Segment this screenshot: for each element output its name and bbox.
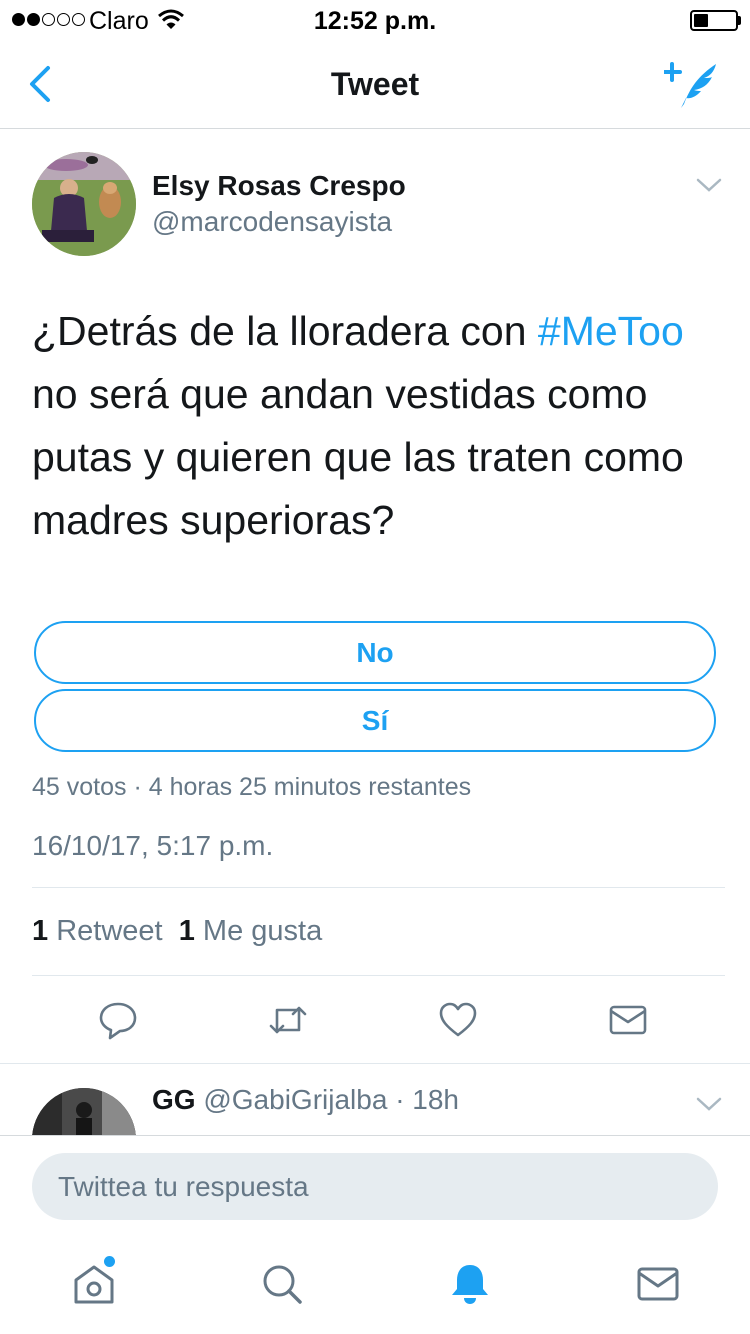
author-handle[interactable]: @marcodensayista xyxy=(152,206,392,238)
compose-tweet-icon[interactable] xyxy=(664,58,724,110)
author-name[interactable]: Elsy Rosas Crespo xyxy=(152,170,406,202)
author-avatar[interactable] xyxy=(32,152,136,256)
retweets-stat[interactable]: 1 Retweet xyxy=(32,915,163,947)
likes-count: 1 xyxy=(178,915,195,947)
share-dm-icon[interactable] xyxy=(608,1000,648,1040)
tweet-text: ¿Detrás de la lloradera con #MeToo no se… xyxy=(32,300,722,552)
retweet-icon[interactable] xyxy=(268,1000,308,1040)
retweets-label: Retweet xyxy=(56,915,163,947)
like-icon[interactable] xyxy=(438,1000,478,1040)
battery-tip xyxy=(738,16,741,25)
poll-option-si[interactable]: Sí xyxy=(34,689,716,752)
new-content-dot xyxy=(104,1256,115,1267)
search-icon[interactable] xyxy=(260,1262,304,1306)
retweets-count: 1 xyxy=(32,915,49,947)
nav-bar: Tweet xyxy=(0,40,750,129)
reply-input[interactable] xyxy=(32,1153,718,1220)
tweet-text-part: ¿Detrás de la lloradera con xyxy=(32,308,538,354)
reply-author-name[interactable]: GG xyxy=(152,1084,196,1115)
home-icon[interactable] xyxy=(72,1262,116,1306)
likes-label: Me gusta xyxy=(202,915,323,947)
hashtag-link[interactable]: #MeToo xyxy=(538,308,684,354)
poll-option-no[interactable]: No xyxy=(34,621,716,684)
reply-author-handle[interactable]: @GabiGrijalba xyxy=(203,1084,387,1115)
divider xyxy=(32,887,725,888)
notifications-icon[interactable] xyxy=(448,1262,492,1306)
reply-time: · 18h xyxy=(395,1084,460,1115)
chevron-down-icon[interactable] xyxy=(696,176,722,194)
page-title: Tweet xyxy=(330,66,420,102)
divider xyxy=(32,975,725,976)
reply-header: GG @GabiGrijalba · 18h xyxy=(152,1084,459,1116)
likes-stat[interactable]: 1 Me gusta xyxy=(179,915,323,947)
reply-icon[interactable] xyxy=(98,1000,138,1040)
status-time: 12:52 p.m. xyxy=(313,7,437,35)
poll-meta: 45 votos · 4 horas 25 minutos restantes xyxy=(32,773,472,801)
battery-icon xyxy=(690,10,738,31)
tweet-timestamp: 16/10/17, 5:17 p.m. xyxy=(32,830,274,861)
chevron-down-icon[interactable] xyxy=(696,1095,722,1113)
divider xyxy=(0,1063,750,1064)
tweet-stats: 1 Retweet 1 Me gusta xyxy=(32,915,322,948)
messages-icon[interactable] xyxy=(636,1262,680,1306)
status-bar: Claro 12:52 p.m. xyxy=(0,0,750,40)
tweet-text-part: no será que andan vestidas como putas y … xyxy=(32,371,684,543)
